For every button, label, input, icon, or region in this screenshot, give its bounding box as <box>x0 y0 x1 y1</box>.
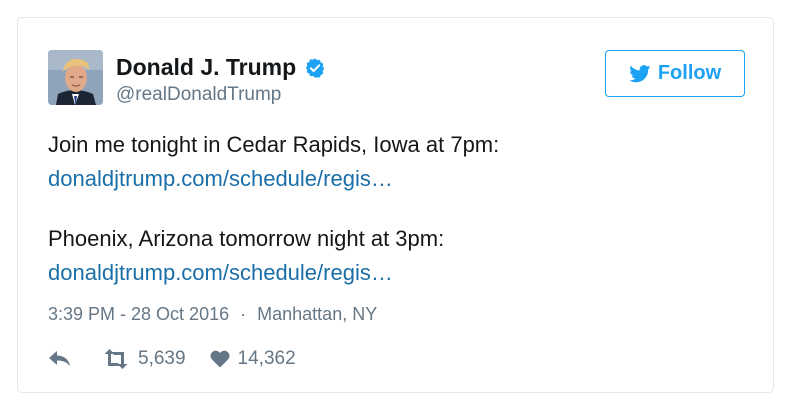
schedule-link-1[interactable]: donaldjtrump.com/schedule/regis… <box>48 166 393 191</box>
author-row: Donald J. Trump <box>116 54 326 81</box>
tweet-card: Donald J. Trump @realDonaldTrump Follow … <box>17 17 774 393</box>
twitter-bird-icon <box>629 64 651 83</box>
author-handle[interactable]: @realDonaldTrump <box>116 84 281 106</box>
follow-button[interactable]: Follow <box>605 50 745 97</box>
author-name[interactable]: Donald J. Trump <box>116 54 296 81</box>
tweet-line-1: Join me tonight in Cedar Rapids, Iowa at… <box>48 132 500 157</box>
tweet-text: Join me tonight in Cedar Rapids, Iowa at… <box>48 128 748 290</box>
tweet-location[interactable]: Manhattan, NY <box>257 304 377 324</box>
schedule-link-2[interactable]: donaldjtrump.com/schedule/regis… <box>48 260 393 285</box>
like-count: 14,362 <box>237 348 296 369</box>
tweet-timestamp[interactable]: 3:39 PM - 28 Oct 2016 <box>48 304 229 324</box>
verified-badge-icon <box>304 57 326 79</box>
meta-separator: · <box>240 304 247 324</box>
reply-icon <box>48 350 72 368</box>
retweet-button[interactable]: 5,639 <box>102 348 186 370</box>
tweet-line-2: Phoenix, Arizona tomorrow night at 3pm: <box>48 226 445 251</box>
retweet-icon <box>102 349 130 369</box>
retweet-count: 5,639 <box>138 348 186 369</box>
heart-icon <box>210 350 230 368</box>
follow-button-label: Follow <box>657 62 722 84</box>
reply-button[interactable] <box>48 350 72 368</box>
tweet-meta: 3:39 PM - 28 Oct 2016 · Manhattan, NY <box>48 304 377 325</box>
avatar[interactable] <box>48 50 103 105</box>
tweet-actions: 5,639 14,362 <box>48 345 296 373</box>
like-button[interactable]: 14,362 <box>210 348 296 370</box>
